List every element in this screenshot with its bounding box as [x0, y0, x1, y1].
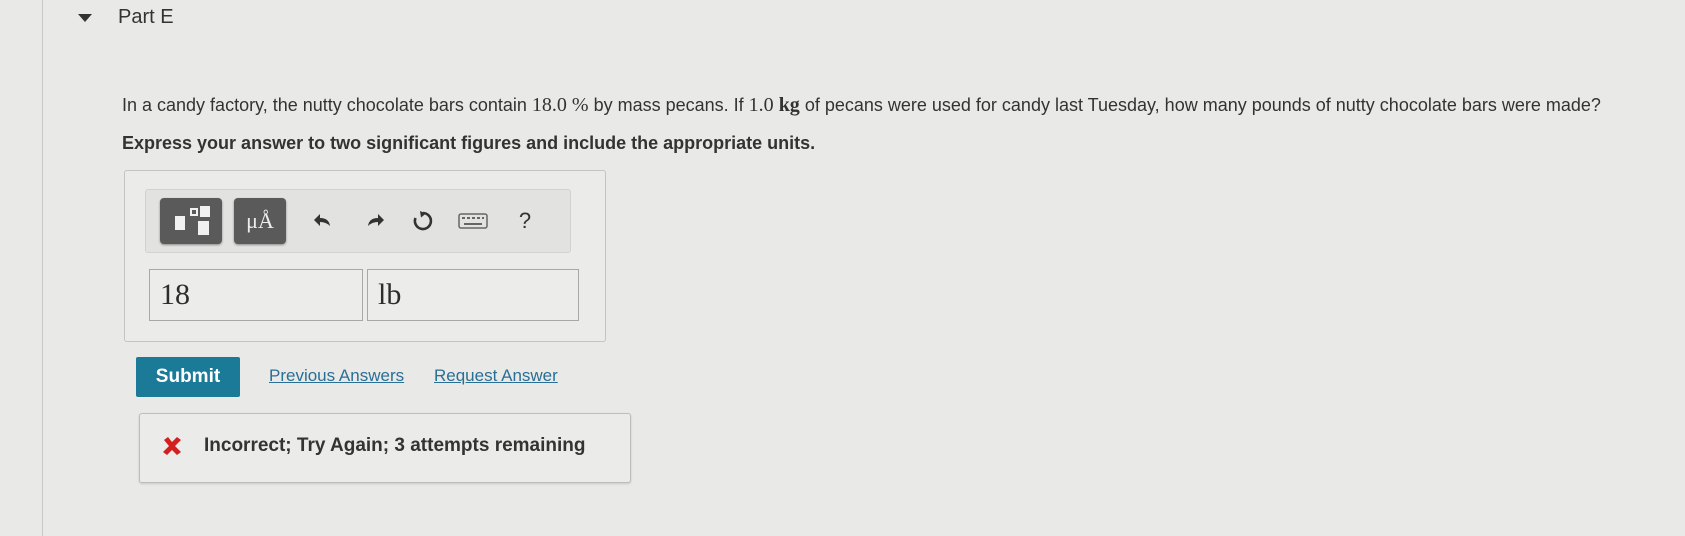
- undo-icon[interactable]: [308, 206, 338, 236]
- reset-icon[interactable]: [408, 206, 438, 236]
- submit-button[interactable]: Submit: [136, 357, 240, 397]
- collapse-caret-icon[interactable]: [78, 13, 92, 22]
- keyboard-icon[interactable]: [458, 206, 488, 236]
- request-answer-link[interactable]: Request Answer: [434, 366, 558, 386]
- feedback-panel: Incorrect; Try Again; 3 attempts remaini…: [139, 413, 631, 483]
- left-border-rule: [42, 0, 43, 536]
- answer-instruction: Express your answer to two significant f…: [122, 133, 816, 153]
- incorrect-x-icon: [160, 434, 184, 458]
- percent-unit: %: [571, 94, 589, 116]
- units-icon[interactable]: μÅ: [234, 198, 286, 244]
- question-text-part-1: In a candy factory, the nutty chocolate …: [122, 95, 532, 115]
- percent-value: 18.0: [531, 94, 567, 116]
- templates-icon[interactable]: [160, 198, 222, 244]
- previous-answers-link[interactable]: Previous Answers: [269, 366, 404, 386]
- part-header: Part E: [78, 6, 174, 29]
- answer-box: μÅ ? 18 lb: [124, 170, 606, 342]
- math-toolbar: μÅ ?: [145, 189, 571, 253]
- feedback-message: Incorrect; Try Again; 3 attempts remaini…: [204, 435, 586, 456]
- part-title: Part E: [118, 6, 174, 28]
- mass-unit: kg: [778, 94, 800, 116]
- help-icon[interactable]: ?: [510, 206, 540, 236]
- redo-icon[interactable]: [360, 206, 390, 236]
- answer-value-input[interactable]: 18: [149, 269, 363, 321]
- question-text: In a candy factory, the nutty chocolate …: [122, 94, 1601, 117]
- mass-value: 1.0: [748, 94, 774, 116]
- question-text-part-3: of pecans were used for candy last Tuesd…: [799, 95, 1601, 115]
- question-text-part-2: by mass pecans. If: [588, 95, 749, 115]
- answer-unit-input[interactable]: lb: [367, 269, 579, 321]
